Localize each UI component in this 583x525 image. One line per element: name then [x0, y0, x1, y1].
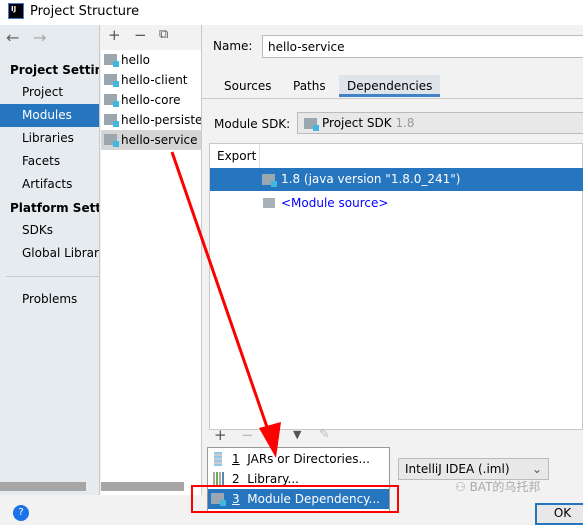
- annotation-arrow-head: [259, 422, 281, 458]
- annotation-arrow-line: [170, 151, 270, 431]
- annotation-arrow: [170, 151, 281, 458]
